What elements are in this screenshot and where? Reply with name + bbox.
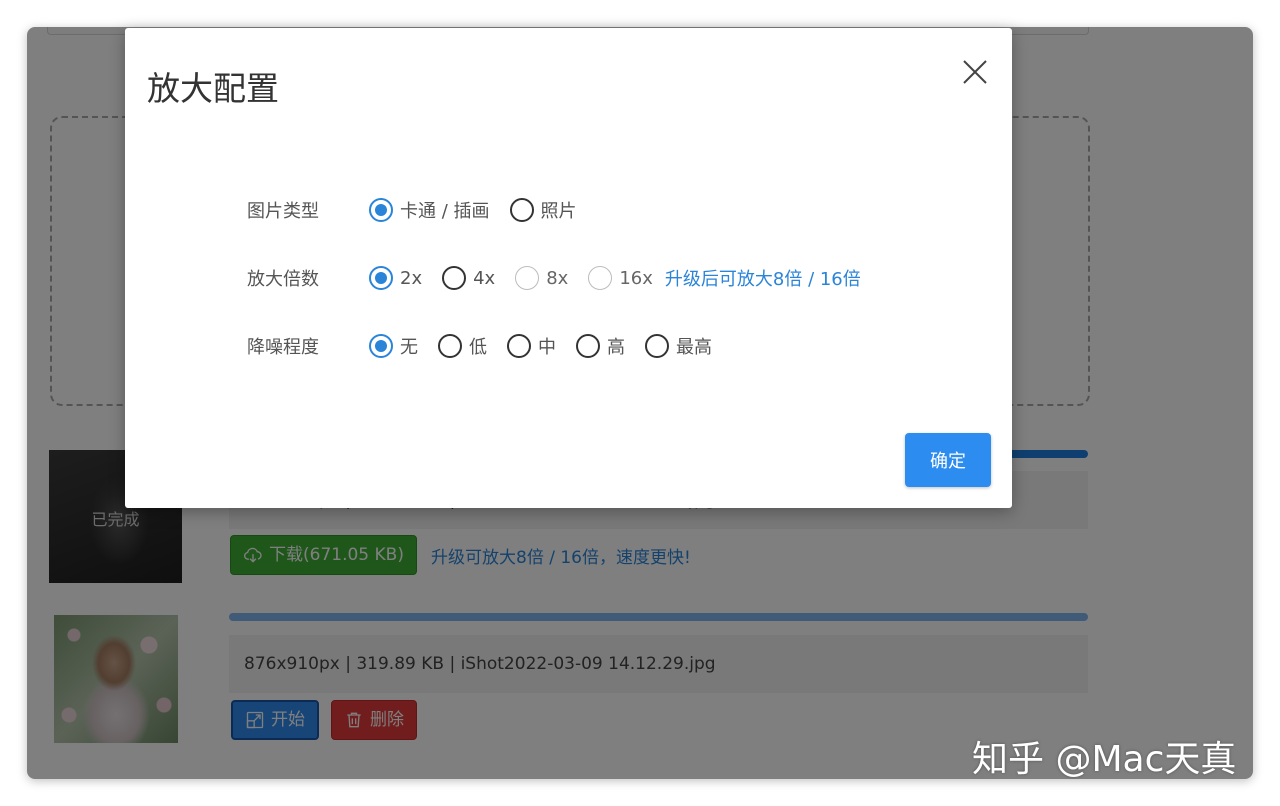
close-icon[interactable]: [961, 58, 989, 86]
noise-option-high[interactable]: 高: [576, 333, 625, 359]
noise-option-highest[interactable]: 最高: [645, 333, 712, 359]
dialog-title: 放大配置: [147, 69, 279, 108]
radio-unchecked[interactable]: [438, 334, 462, 358]
watermark: 知乎 @Mac天真: [972, 739, 1237, 780]
scale-option-8x: 8x: [515, 266, 568, 290]
scale-label: 放大倍数: [247, 269, 319, 290]
scale-upgrade-link[interactable]: 升级后可放大8倍 / 16倍: [665, 265, 861, 291]
option-label: 2x: [400, 267, 423, 289]
radio-unchecked[interactable]: [576, 334, 600, 358]
scale-option-2x[interactable]: 2x: [369, 266, 422, 290]
image-type-row: 图片类型 卡通 / 插画 照片: [247, 195, 597, 225]
option-label: 低: [469, 337, 487, 358]
scale-config-dialog: 放大配置 图片类型 卡通 / 插画 照片 放大倍数 2x 4x 8x 16x 升…: [125, 28, 1012, 508]
image-type-label: 图片类型: [247, 201, 319, 222]
option-label: 4x: [473, 267, 496, 289]
noise-label: 降噪程度: [247, 337, 319, 358]
option-label: 无: [400, 337, 418, 358]
noise-option-low[interactable]: 低: [438, 333, 487, 359]
radio-checked[interactable]: [369, 198, 393, 222]
noise-option-none[interactable]: 无: [369, 333, 418, 359]
option-label: 8x: [546, 267, 569, 289]
option-label: 高: [607, 337, 625, 358]
option-label: 照片: [540, 201, 577, 222]
scale-row: 放大倍数 2x 4x 8x 16x 升级后可放大8倍 / 16倍: [247, 263, 861, 293]
radio-unchecked[interactable]: [509, 198, 534, 222]
image-type-option-photo[interactable]: 照片: [509, 197, 577, 223]
radio-checked[interactable]: [369, 266, 393, 290]
confirm-button[interactable]: 确定: [905, 433, 991, 487]
noise-option-medium[interactable]: 中: [507, 333, 556, 359]
radio-unchecked[interactable]: [442, 266, 467, 290]
option-label: 中: [538, 337, 556, 358]
noise-row: 降噪程度 无 低 中 高 最高: [247, 331, 732, 361]
option-label: 16x: [619, 267, 653, 289]
radio-disabled: [588, 266, 613, 290]
radio-unchecked[interactable]: [645, 334, 669, 358]
option-label: 最高: [676, 337, 712, 358]
radio-unchecked[interactable]: [507, 334, 531, 358]
option-label: 卡通 / 插画: [400, 201, 490, 222]
scale-option-4x[interactable]: 4x: [442, 266, 495, 290]
radio-disabled: [515, 266, 540, 290]
radio-checked[interactable]: [369, 334, 393, 358]
image-type-option-cartoon[interactable]: 卡通 / 插画: [369, 197, 490, 223]
scale-option-16x: 16x: [588, 266, 653, 290]
